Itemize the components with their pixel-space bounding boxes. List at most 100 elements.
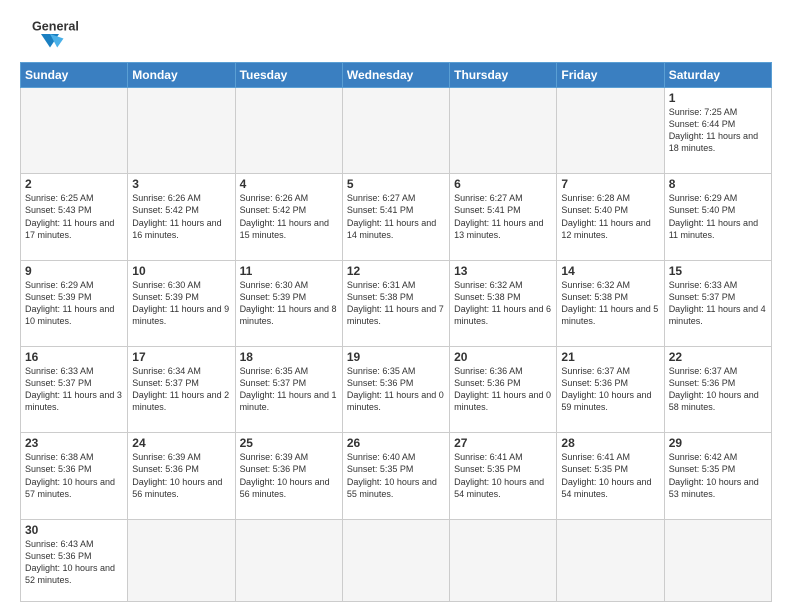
day-info: Sunrise: 6:32 AM Sunset: 5:38 PM Dayligh… [561,279,659,328]
week-row-5: 23Sunrise: 6:38 AM Sunset: 5:36 PM Dayli… [21,433,772,519]
day-info: Sunrise: 6:26 AM Sunset: 5:42 PM Dayligh… [240,192,338,241]
day-info: Sunrise: 6:28 AM Sunset: 5:40 PM Dayligh… [561,192,659,241]
col-header-wednesday: Wednesday [342,63,449,88]
col-header-sunday: Sunday [21,63,128,88]
day-info: Sunrise: 6:26 AM Sunset: 5:42 PM Dayligh… [132,192,230,241]
day-number: 2 [25,177,123,191]
day-info: Sunrise: 6:39 AM Sunset: 5:36 PM Dayligh… [132,451,230,500]
calendar-cell-2-6: 15Sunrise: 6:33 AM Sunset: 5:37 PM Dayli… [664,260,771,346]
day-info: Sunrise: 6:27 AM Sunset: 5:41 PM Dayligh… [347,192,445,241]
day-info: Sunrise: 6:31 AM Sunset: 5:38 PM Dayligh… [347,279,445,328]
week-row-3: 9Sunrise: 6:29 AM Sunset: 5:39 PM Daylig… [21,260,772,346]
day-info: Sunrise: 6:30 AM Sunset: 5:39 PM Dayligh… [132,279,230,328]
calendar-cell-0-3 [342,88,449,174]
day-number: 29 [669,436,767,450]
day-info: Sunrise: 6:33 AM Sunset: 5:37 PM Dayligh… [25,365,123,414]
calendar-cell-3-4: 20Sunrise: 6:36 AM Sunset: 5:36 PM Dayli… [450,346,557,432]
day-info: Sunrise: 6:32 AM Sunset: 5:38 PM Dayligh… [454,279,552,328]
calendar-cell-1-4: 6Sunrise: 6:27 AM Sunset: 5:41 PM Daylig… [450,174,557,260]
calendar-cell-4-4: 27Sunrise: 6:41 AM Sunset: 5:35 PM Dayli… [450,433,557,519]
day-info: Sunrise: 6:37 AM Sunset: 5:36 PM Dayligh… [669,365,767,414]
day-number: 11 [240,264,338,278]
day-info: Sunrise: 6:33 AM Sunset: 5:37 PM Dayligh… [669,279,767,328]
calendar-cell-2-4: 13Sunrise: 6:32 AM Sunset: 5:38 PM Dayli… [450,260,557,346]
calendar-cell-4-3: 26Sunrise: 6:40 AM Sunset: 5:35 PM Dayli… [342,433,449,519]
day-info: Sunrise: 6:35 AM Sunset: 5:37 PM Dayligh… [240,365,338,414]
day-number: 3 [132,177,230,191]
day-number: 4 [240,177,338,191]
day-number: 18 [240,350,338,364]
day-info: Sunrise: 6:34 AM Sunset: 5:37 PM Dayligh… [132,365,230,414]
day-info: Sunrise: 6:41 AM Sunset: 5:35 PM Dayligh… [454,451,552,500]
day-info: Sunrise: 6:39 AM Sunset: 5:36 PM Dayligh… [240,451,338,500]
day-number: 12 [347,264,445,278]
col-header-thursday: Thursday [450,63,557,88]
calendar-cell-0-5 [557,88,664,174]
week-row-2: 2Sunrise: 6:25 AM Sunset: 5:43 PM Daylig… [21,174,772,260]
day-number: 7 [561,177,659,191]
calendar-cell-4-1: 24Sunrise: 6:39 AM Sunset: 5:36 PM Dayli… [128,433,235,519]
day-number: 5 [347,177,445,191]
day-number: 23 [25,436,123,450]
calendar-cell-1-6: 8Sunrise: 6:29 AM Sunset: 5:40 PM Daylig… [664,174,771,260]
day-info: Sunrise: 6:35 AM Sunset: 5:36 PM Dayligh… [347,365,445,414]
calendar-cell-5-6 [664,519,771,601]
calendar-cell-3-5: 21Sunrise: 6:37 AM Sunset: 5:36 PM Dayli… [557,346,664,432]
day-info: Sunrise: 6:25 AM Sunset: 5:43 PM Dayligh… [25,192,123,241]
calendar-cell-1-2: 4Sunrise: 6:26 AM Sunset: 5:42 PM Daylig… [235,174,342,260]
day-number: 21 [561,350,659,364]
calendar-cell-4-5: 28Sunrise: 6:41 AM Sunset: 5:35 PM Dayli… [557,433,664,519]
page: General SundayMondayTuesdayWednesdayThur… [0,0,792,612]
day-number: 27 [454,436,552,450]
day-info: Sunrise: 6:38 AM Sunset: 5:36 PM Dayligh… [25,451,123,500]
calendar-cell-1-1: 3Sunrise: 6:26 AM Sunset: 5:42 PM Daylig… [128,174,235,260]
calendar-cell-4-6: 29Sunrise: 6:42 AM Sunset: 5:35 PM Dayli… [664,433,771,519]
day-info: Sunrise: 6:29 AM Sunset: 5:39 PM Dayligh… [25,279,123,328]
svg-text:General: General [32,19,79,33]
day-number: 22 [669,350,767,364]
day-info: Sunrise: 6:40 AM Sunset: 5:35 PM Dayligh… [347,451,445,500]
calendar-cell-0-1 [128,88,235,174]
header: General [20,16,772,56]
day-number: 16 [25,350,123,364]
week-row-6: 30Sunrise: 6:43 AM Sunset: 5:36 PM Dayli… [21,519,772,601]
day-number: 25 [240,436,338,450]
calendar-cell-1-5: 7Sunrise: 6:28 AM Sunset: 5:40 PM Daylig… [557,174,664,260]
calendar-cell-3-1: 17Sunrise: 6:34 AM Sunset: 5:37 PM Dayli… [128,346,235,432]
calendar-table: SundayMondayTuesdayWednesdayThursdayFrid… [20,62,772,602]
col-header-monday: Monday [128,63,235,88]
calendar-cell-2-2: 11Sunrise: 6:30 AM Sunset: 5:39 PM Dayli… [235,260,342,346]
day-info: Sunrise: 6:30 AM Sunset: 5:39 PM Dayligh… [240,279,338,328]
calendar-cell-5-3 [342,519,449,601]
calendar-cell-5-5 [557,519,664,601]
calendar-cell-3-0: 16Sunrise: 6:33 AM Sunset: 5:37 PM Dayli… [21,346,128,432]
day-info: Sunrise: 7:25 AM Sunset: 6:44 PM Dayligh… [669,106,767,155]
header-row: SundayMondayTuesdayWednesdayThursdayFrid… [21,63,772,88]
calendar-cell-0-4 [450,88,557,174]
calendar-cell-3-2: 18Sunrise: 6:35 AM Sunset: 5:37 PM Dayli… [235,346,342,432]
day-info: Sunrise: 6:41 AM Sunset: 5:35 PM Dayligh… [561,451,659,500]
calendar-cell-5-0: 30Sunrise: 6:43 AM Sunset: 5:36 PM Dayli… [21,519,128,601]
day-info: Sunrise: 6:42 AM Sunset: 5:35 PM Dayligh… [669,451,767,500]
day-number: 1 [669,91,767,105]
calendar-cell-3-6: 22Sunrise: 6:37 AM Sunset: 5:36 PM Dayli… [664,346,771,432]
logo: General [20,16,80,56]
day-number: 9 [25,264,123,278]
calendar-cell-3-3: 19Sunrise: 6:35 AM Sunset: 5:36 PM Dayli… [342,346,449,432]
generalblue-logo-icon: General [20,16,80,52]
day-number: 30 [25,523,123,537]
col-header-saturday: Saturday [664,63,771,88]
calendar-cell-0-2 [235,88,342,174]
week-row-4: 16Sunrise: 6:33 AM Sunset: 5:37 PM Dayli… [21,346,772,432]
calendar-cell-2-1: 10Sunrise: 6:30 AM Sunset: 5:39 PM Dayli… [128,260,235,346]
calendar-cell-4-2: 25Sunrise: 6:39 AM Sunset: 5:36 PM Dayli… [235,433,342,519]
calendar-cell-5-2 [235,519,342,601]
calendar-cell-4-0: 23Sunrise: 6:38 AM Sunset: 5:36 PM Dayli… [21,433,128,519]
day-number: 10 [132,264,230,278]
day-info: Sunrise: 6:27 AM Sunset: 5:41 PM Dayligh… [454,192,552,241]
day-number: 17 [132,350,230,364]
calendar-cell-1-3: 5Sunrise: 6:27 AM Sunset: 5:41 PM Daylig… [342,174,449,260]
calendar-cell-2-3: 12Sunrise: 6:31 AM Sunset: 5:38 PM Dayli… [342,260,449,346]
day-number: 13 [454,264,552,278]
calendar-cell-5-4 [450,519,557,601]
